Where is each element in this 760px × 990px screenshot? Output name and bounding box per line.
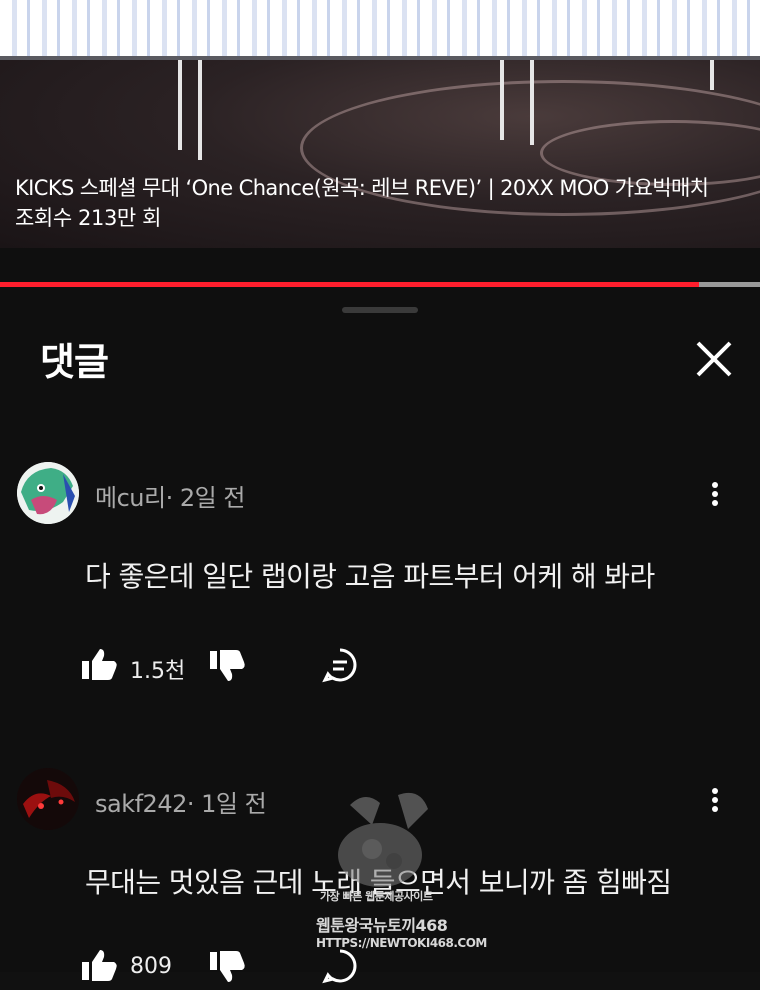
comment-author[interactable]: 메cu리 xyxy=(95,484,166,512)
view-count: 조회수 213만 회 xyxy=(15,206,162,230)
dancer-figure xyxy=(710,60,714,90)
reply-button[interactable] xyxy=(320,645,362,685)
watermark-line: 가장 빠른 웹툰제공사이트 xyxy=(320,890,433,903)
watermark-line: HTTPS://NEWTOKI468.COM xyxy=(316,936,487,950)
dancer-figure xyxy=(178,60,182,150)
rabbit-logo-icon xyxy=(338,792,428,887)
spacer xyxy=(0,248,760,282)
like-button[interactable]: 809 xyxy=(80,946,190,986)
avatar-image xyxy=(17,462,79,524)
dancer-figure xyxy=(198,60,202,160)
comment-text: 다 좋은데 일단 랩이랑 고음 파트부터 어케 해 봐라 xyxy=(85,560,655,593)
comment-author[interactable]: sakf242 xyxy=(95,790,187,818)
more-options-icon[interactable] xyxy=(700,472,730,512)
top-panel-stripes xyxy=(0,0,760,58)
avatar-image xyxy=(17,768,79,830)
thumbs-up-icon xyxy=(82,950,117,981)
thumbs-down-icon xyxy=(210,951,245,982)
comments-title: 댓글 xyxy=(40,340,109,384)
reply-icon xyxy=(322,648,357,683)
avatar[interactable] xyxy=(17,462,79,524)
thumbs-up-icon xyxy=(82,649,117,680)
avatar[interactable] xyxy=(17,768,79,830)
comment-age: · 1일 전 xyxy=(186,790,267,818)
comment-meta: 메cu리· 2일 전 xyxy=(95,478,245,513)
comment-item: 메cu리· 2일 전 다 좋은데 일단 랩이랑 고음 파트부터 어케 해 봐라 … xyxy=(0,460,760,700)
like-button[interactable]: 1.5천 xyxy=(80,645,190,685)
comment-actions: 1.5천 xyxy=(80,645,380,685)
comment-meta: sakf242· 1일 전 xyxy=(95,784,267,819)
like-count: 809 xyxy=(130,954,172,979)
more-options-icon[interactable] xyxy=(700,778,730,818)
watermark-line: 웹툰왕국뉴토끼468 xyxy=(316,916,448,935)
dancer-figure xyxy=(500,60,504,140)
sheet-drag-handle[interactable] xyxy=(342,307,418,313)
close-icon[interactable] xyxy=(690,335,738,383)
close-icon-svg xyxy=(696,341,732,377)
thumbs-down-icon xyxy=(210,650,245,681)
like-count: 1.5천 xyxy=(130,659,186,684)
dislike-button[interactable] xyxy=(208,946,250,986)
dancer-figure xyxy=(530,60,534,145)
dislike-button[interactable] xyxy=(208,645,250,685)
video-caption[interactable]: KICKS 스페셜 무대 ‘One Chance(원곡: 레브 REVE)’ |… xyxy=(15,172,709,202)
comment-age: · 2일 전 xyxy=(165,484,246,512)
